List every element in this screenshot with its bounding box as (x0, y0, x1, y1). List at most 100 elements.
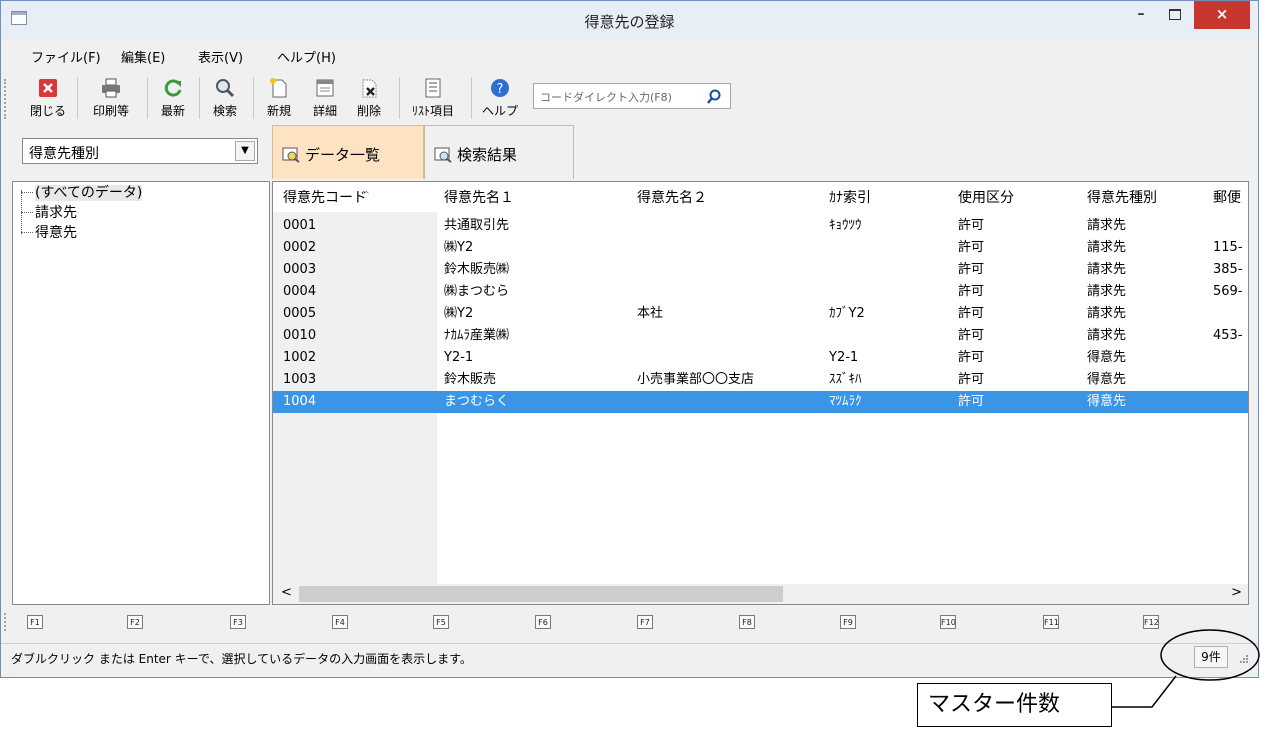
scroll-right-icon[interactable]: > (1231, 585, 1242, 600)
callout-line (1112, 675, 1177, 708)
function-key-f11[interactable]: F11 (1043, 615, 1059, 629)
tab-search-results[interactable]: 検索結果 (424, 125, 574, 179)
sort-up-icon: ^ (363, 190, 370, 199)
new-button[interactable]: 新規 (259, 75, 299, 121)
fkey-bar-grip[interactable] (4, 613, 8, 631)
menu-edit[interactable]: 編集(E) (121, 47, 165, 66)
table-row[interactable]: 1002 Y2-1 Y2-1 許可 得意先 (273, 347, 1248, 369)
column-header-postal[interactable]: 郵便 (1213, 182, 1241, 212)
scroll-left-icon[interactable]: < (281, 585, 292, 600)
cell-name1: ㈱Y2 (444, 306, 474, 321)
help-button[interactable]: ? ヘルプ (477, 75, 523, 121)
function-key-f8[interactable]: F8 (739, 615, 755, 629)
column-header-kana[interactable]: ｶﾅ索引 (829, 182, 871, 212)
cell-name1: 鈴木販売 (444, 372, 497, 387)
cell-code: 0001 (283, 218, 317, 233)
minimize-button[interactable]: – (1124, 1, 1158, 29)
column-header-name2[interactable]: 得意先名２ (637, 182, 707, 212)
chevron-down-icon[interactable]: ▼ (235, 141, 255, 161)
resize-grip-icon[interactable] (1235, 652, 1249, 666)
cell-code: 1003 (283, 372, 317, 387)
tree-item-billing[interactable]: 請求先 (21, 204, 77, 222)
column-header-name1[interactable]: 得意先名１ (444, 182, 514, 212)
callout-label: マスター件数 (917, 683, 1112, 727)
data-list-icon (282, 147, 300, 163)
function-key-f10[interactable]: F10 (940, 615, 956, 629)
tree-item-customer[interactable]: 得意先 (21, 224, 77, 242)
print-button[interactable]: 印刷等 (85, 75, 137, 121)
cell-code: 0005 (283, 306, 317, 321)
cell-usage: 許可 (958, 350, 985, 365)
tree-item-all[interactable]: (すべてのデータ) (21, 184, 143, 202)
menu-bar: ファイル(F) 編集(E) 表示(V) ヘルプ(H) (1, 41, 1258, 69)
tab-search-results-label: 検索結果 (457, 146, 518, 164)
horizontal-scrollbar[interactable]: < > (273, 584, 1248, 604)
function-key-f2[interactable]: F2 (127, 615, 143, 629)
close-button[interactable]: × (1194, 1, 1250, 29)
menu-file[interactable]: ファイル(F) (31, 47, 101, 66)
tree-item-label: (すべてのデータ) (35, 185, 143, 201)
delete-icon (362, 79, 377, 98)
table-row[interactable]: 0002 ㈱Y2 許可 請求先 115- (273, 237, 1248, 259)
table-row[interactable]: 0003 鈴木販売㈱ 許可 請求先 385- (273, 259, 1248, 281)
cell-code: 0010 (283, 328, 317, 343)
table-row[interactable]: 1003 鈴木販売 小売事業部〇〇支店 ｽｽﾞｷﾊ 許可 得意先 (273, 369, 1248, 391)
list-items-button[interactable]: ﾘｽﾄ項目 (403, 75, 463, 121)
cell-kana: ﾏﾂﾑﾗｸ (829, 394, 862, 409)
code-direct-input[interactable] (533, 83, 731, 109)
table-row[interactable]: 0001 共通取引先 ｷｮｳﾂｳ 許可 請求先 (273, 215, 1248, 237)
cell-type: 得意先 (1087, 372, 1127, 387)
data-grid: 得意先コード ^ 得意先名１ 得意先名２ ｶﾅ索引 使用区分 得意先種別 郵便 0… (272, 181, 1249, 605)
cell-usage: 許可 (958, 262, 985, 277)
table-row[interactable]: 0005 ㈱Y2 本社 ｶﾌﾞY2 許可 請求先 (273, 303, 1248, 325)
category-tree: (すべてのデータ) 請求先 得意先 (12, 181, 270, 605)
function-key-f12[interactable]: F12 (1143, 615, 1159, 629)
delete-label: 削除 (356, 104, 381, 118)
detail-label: 詳細 (312, 104, 337, 118)
maximize-button[interactable] (1158, 1, 1192, 29)
code-direct-field[interactable] (538, 87, 702, 107)
column-header-code[interactable]: 得意先コード ^ (283, 182, 370, 212)
function-key-f9[interactable]: F9 (840, 615, 856, 629)
magnifier-icon (216, 79, 235, 98)
table-row[interactable]: 0010 ﾅｶﾑﾗ産業㈱ 許可 請求先 453- (273, 325, 1248, 347)
delete-button[interactable]: 削除 (349, 75, 389, 121)
column-header-usage[interactable]: 使用区分 (958, 182, 1014, 212)
refresh-button[interactable]: 最新 (153, 75, 193, 121)
scroll-thumb[interactable] (299, 586, 783, 602)
category-combo[interactable]: 得意先種別 ▼ (22, 138, 258, 164)
help-label: ヘルプ (481, 104, 518, 118)
cell-usage: 許可 (958, 240, 985, 255)
cell-code: 0002 (283, 240, 317, 255)
cell-name2: 小売事業部〇〇支店 (637, 372, 755, 387)
function-key-f5[interactable]: F5 (433, 615, 449, 629)
cell-name1: 鈴木販売㈱ (444, 262, 510, 277)
toolbar-grip[interactable] (4, 79, 8, 119)
search-results-icon (434, 147, 452, 163)
detail-icon (316, 79, 334, 97)
menu-view[interactable]: 表示(V) (198, 47, 243, 66)
function-key-f3[interactable]: F3 (230, 615, 246, 629)
close-tool-button[interactable]: 閉じる (25, 75, 71, 121)
search-icon[interactable] (706, 89, 722, 105)
cell-code: 0004 (283, 284, 317, 299)
column-header-type[interactable]: 得意先種別 (1087, 182, 1157, 212)
function-key-f1[interactable]: F1 (27, 615, 43, 629)
table-row[interactable]: 1004 まつむらく ﾏﾂﾑﾗｸ 許可 得意先 (273, 391, 1248, 413)
table-row[interactable]: 0004 ㈱まつむら 許可 請求先 569- (273, 281, 1248, 303)
cell-usage: 許可 (958, 306, 985, 321)
help-icon: ? (491, 79, 509, 97)
search-button[interactable]: 検索 (205, 75, 245, 121)
detail-button[interactable]: 詳細 (305, 75, 345, 121)
cell-postal: 385- (1213, 262, 1243, 277)
tab-data-list[interactable]: データ一覧 (272, 125, 424, 179)
function-key-f4[interactable]: F4 (332, 615, 348, 629)
cell-code: 0003 (283, 262, 317, 277)
cell-name1: 共通取引先 (444, 218, 510, 233)
cell-type: 得意先 (1087, 394, 1127, 409)
cell-name1: ㈱まつむら (444, 284, 510, 299)
function-key-f7[interactable]: F7 (637, 615, 653, 629)
cell-name1: まつむらく (444, 394, 510, 409)
menu-help[interactable]: ヘルプ(H) (277, 47, 336, 66)
function-key-f6[interactable]: F6 (535, 615, 551, 629)
